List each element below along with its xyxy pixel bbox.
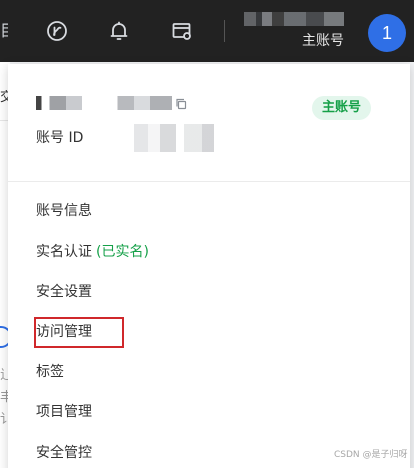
console-settings-icon[interactable]	[170, 19, 194, 43]
redacted-account-id-value	[128, 124, 228, 152]
account-type-label[interactable]: 主账号	[302, 31, 344, 51]
redacted-account-name	[244, 12, 344, 26]
menu-item-account-info[interactable]: 账号信息	[36, 198, 92, 224]
menu-item-project-management[interactable]: 项目管理	[36, 399, 92, 425]
menu-item-security-settings[interactable]: 安全设置	[36, 279, 92, 305]
copy-icon[interactable]	[175, 98, 187, 110]
top-navigation-bar: 目 主账号 1	[0, 0, 414, 62]
app-icon[interactable]	[45, 19, 69, 43]
menu-item-security-control[interactable]: 安全管控	[36, 440, 92, 466]
menu-item-access-management[interactable]: 访问管理	[36, 319, 92, 345]
panel-divider	[8, 181, 410, 182]
topbar-edge-icon[interactable]: 目	[0, 22, 8, 40]
csdn-watermark: CSDN @是子归呀	[334, 450, 408, 460]
bell-icon[interactable]	[107, 19, 131, 43]
menu-item-tags[interactable]: 标签	[36, 359, 64, 385]
topbar-divider	[224, 20, 225, 42]
account-dropdown-panel: 主账号 账号 ID 账号信息 实名认证 (已实名) 安全设置 访问管理 标签 项目…	[8, 64, 410, 468]
main-account-badge: 主账号	[312, 96, 372, 120]
account-id-label: 账号 ID	[36, 130, 84, 146]
menu-item-identity-verification[interactable]: 实名认证 (已实名)	[36, 239, 149, 265]
menu-item-label: 实名认证	[36, 244, 92, 260]
redacted-account-id	[36, 96, 172, 110]
avatar[interactable]: 1	[368, 14, 406, 52]
screen: 目 主账号 1	[0, 0, 414, 468]
verified-status: (已实名)	[96, 244, 149, 260]
